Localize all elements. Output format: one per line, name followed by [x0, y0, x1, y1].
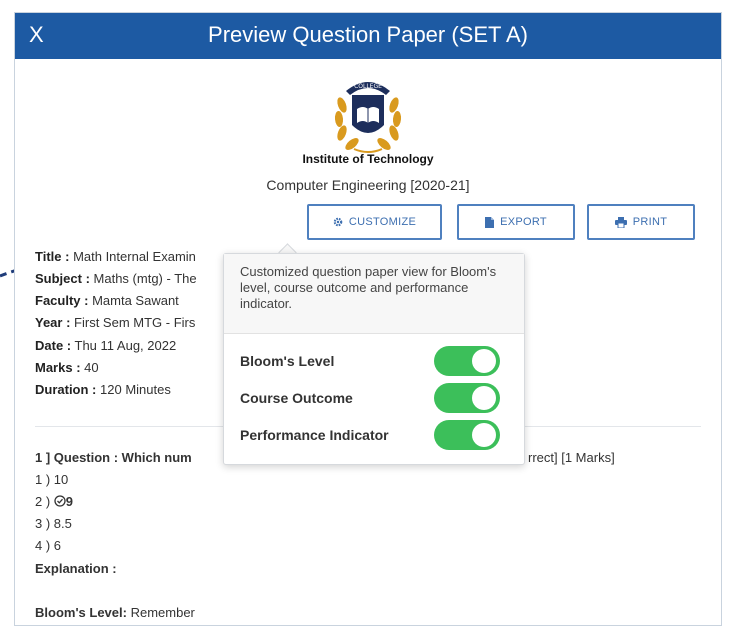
- info-duration: Duration : 120 Minutes: [35, 382, 171, 397]
- dialog-header: X Preview Question Paper (SET A): [15, 13, 721, 59]
- customize-button[interactable]: CUSTOMIZE: [307, 204, 442, 240]
- toggle-knob: [472, 349, 496, 373]
- info-title: Title : Math Internal Examin: [35, 249, 196, 264]
- question-heading-suffix: rrect] [1 Marks]: [528, 450, 615, 465]
- institute-name: Institute of Technology: [302, 152, 434, 166]
- performance-indicator-toggle[interactable]: [434, 420, 500, 450]
- toggle-row-blooms-level: Bloom's Level: [240, 346, 508, 376]
- course-outcome-toggle[interactable]: [434, 383, 500, 413]
- option-1: 1 ) 10: [35, 472, 69, 487]
- info-date: Date : Thu 11 Aug, 2022: [35, 338, 177, 353]
- check-circle-icon: [54, 495, 66, 507]
- course-outcome-label: Course Outcome: [240, 390, 353, 406]
- export-button[interactable]: EXPORT: [457, 204, 575, 240]
- print-label: PRINT: [632, 216, 668, 228]
- info-faculty: Faculty : Mamta Sawant: [35, 293, 179, 308]
- explanation-label: Explanation :: [35, 561, 117, 576]
- logo-text: COLLEGE: [354, 83, 382, 90]
- department-name: Computer Engineering [2020-21]: [266, 177, 470, 193]
- printer-icon: [614, 216, 627, 228]
- blooms-level-label: Bloom's Level: [240, 353, 335, 369]
- document-icon: [485, 216, 495, 228]
- print-button[interactable]: PRINT: [587, 204, 695, 240]
- blooms-level-toggle[interactable]: [434, 346, 500, 376]
- popover-description: Customized question paper view for Bloom…: [224, 254, 524, 334]
- option-2: 2 ) 9: [35, 494, 74, 509]
- info-subject: Subject : Maths (mtg) - The: [35, 271, 197, 286]
- dialog-title: Preview Question Paper (SET A): [208, 22, 528, 47]
- question-heading: 1 ] Question : Which num: [35, 450, 192, 465]
- gear-icon: [333, 217, 343, 227]
- customize-label: CUSTOMIZE: [348, 216, 417, 228]
- toggle-row-course-outcome: Course Outcome: [240, 383, 508, 413]
- info-marks: Marks : 40: [35, 360, 99, 375]
- bloom-level-line: Bloom's Level: Remember: [35, 605, 195, 620]
- option-3: 3 ) 8.5: [35, 516, 72, 531]
- svg-text:COLLEGE: COLLEGE: [354, 83, 382, 90]
- export-label: EXPORT: [500, 216, 547, 228]
- info-year: Year : First Sem MTG - Firs: [35, 315, 196, 330]
- toggle-row-performance-indicator: Performance Indicator: [240, 420, 508, 450]
- performance-indicator-label: Performance Indicator: [240, 427, 389, 443]
- customize-popover: Customized question paper view for Bloom…: [223, 253, 525, 465]
- toggle-knob: [472, 386, 496, 410]
- toggle-knob: [472, 423, 496, 447]
- option-4: 4 ) 6: [35, 538, 62, 553]
